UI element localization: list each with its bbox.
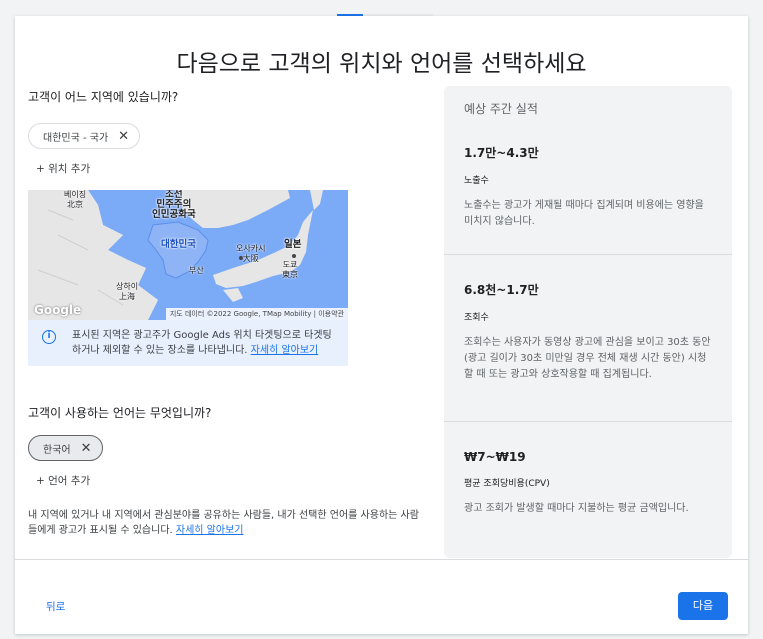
close-icon[interactable]: ✕ — [118, 129, 129, 144]
back-button[interactable]: 뒤로 — [46, 599, 65, 614]
metric-label: 노출수 — [464, 176, 489, 186]
map-label-tokyo: 도쿄 東京 — [282, 260, 298, 279]
left-column: 고객이 어느 지역에 있습니까? 대한민국 - 국가 ✕ + 위치 추가 베이징… — [28, 88, 428, 538]
map-attribution[interactable]: 지도 데이터 ©2022 Google, TMap Mobility | 이용약… — [165, 308, 348, 320]
metric-views: 6.8천~1.7만 조회수 조회수는 사용자가 동영상 광고에 관심을 보이고 … — [444, 255, 732, 421]
learn-more-link[interactable]: 자세히 알아보기 — [251, 345, 319, 356]
language-footnote: 내 지역에 있거나 내 지역에서 관심분야를 공유하는 사람들, 내가 선택한 … — [28, 508, 423, 538]
estimated-results-panel: 예상 주간 실적 1.7만~4.3만 노출수 노출수는 광고가 게재될 때마다 … — [444, 86, 732, 558]
map-label-busan: 부산 — [189, 266, 204, 275]
metric-value: 1.7만~4.3만 — [464, 146, 539, 160]
google-logo: Google — [34, 303, 82, 317]
map-label-south-korea: 대한민국 — [161, 239, 196, 250]
info-icon: i — [42, 330, 56, 344]
dialog-card: 다음으로 고객의 위치와 언어를 선택하세요 고객이 어느 지역에 있습니까? … — [15, 16, 748, 634]
map-label-north-korea: 조선 민주주의 인민공화국 — [152, 190, 196, 220]
language-chip[interactable]: 한국어 ✕ — [28, 435, 103, 461]
add-location-button[interactable]: + 위치 추가 — [36, 161, 428, 176]
page-title: 다음으로 고객의 위치와 언어를 선택하세요 — [176, 51, 587, 77]
map-label-japan: 일본 — [284, 239, 302, 250]
metric-description: 광고 조회가 발생할 때마다 지불하는 평균 금액입니다. — [464, 503, 689, 514]
map-label-shanghai: 상하이 上海 — [116, 282, 139, 301]
metric-description: 노출수는 광고가 게재될 때마다 집계되며 비용에는 영향을 미치지 않습니다. — [464, 200, 704, 227]
results-heading: 예상 주간 실적 — [464, 102, 538, 116]
metric-description: 조회수는 사용자가 동영상 광고에 관심을 보이고 30초 동안(광고 길이가 … — [464, 337, 711, 380]
footer-divider — [15, 559, 748, 560]
location-chip-label: 대한민국 - 국가 — [43, 132, 109, 144]
language-question: 고객이 사용하는 언어는 무엇입니까? — [28, 406, 212, 420]
language-chip-label: 한국어 — [43, 444, 71, 456]
location-question: 고객이 어느 지역에 있습니까? — [28, 90, 179, 104]
metric-cpv: ₩7~₩19 평균 조회당비용(CPV) 광고 조회가 발생할 때마다 지불하는… — [444, 422, 732, 517]
location-map[interactable]: 베이징 北京 조선 민주주의 인민공화국 대한민국 부산 오사카시 大阪 일본 … — [28, 190, 348, 320]
metric-label: 평균 조회당비용(CPV) — [464, 479, 550, 489]
add-language-button[interactable]: + 언어 추가 — [36, 473, 428, 488]
location-chip[interactable]: 대한민국 - 국가 ✕ — [28, 123, 141, 149]
metric-value: 6.8천~1.7만 — [464, 283, 539, 297]
metric-label: 조회수 — [464, 313, 489, 323]
metric-value: ₩7~₩19 — [464, 450, 526, 464]
learn-more-link[interactable]: 자세히 알아보기 — [176, 525, 244, 536]
map-label-beijing: 베이징 北京 — [64, 190, 87, 209]
metric-impressions: 1.7만~4.3만 노출수 노출수는 광고가 게재될 때마다 집계되며 비용에는… — [444, 144, 732, 254]
close-icon[interactable]: ✕ — [81, 441, 92, 456]
map-label-osaka: 오사카시 大阪 — [236, 244, 266, 263]
location-info-box: i 표시된 지역은 광고주가 Google Ads 위치 타겟팅으로 타겟팅하거… — [28, 320, 348, 366]
next-button[interactable]: 다음 — [678, 592, 728, 620]
